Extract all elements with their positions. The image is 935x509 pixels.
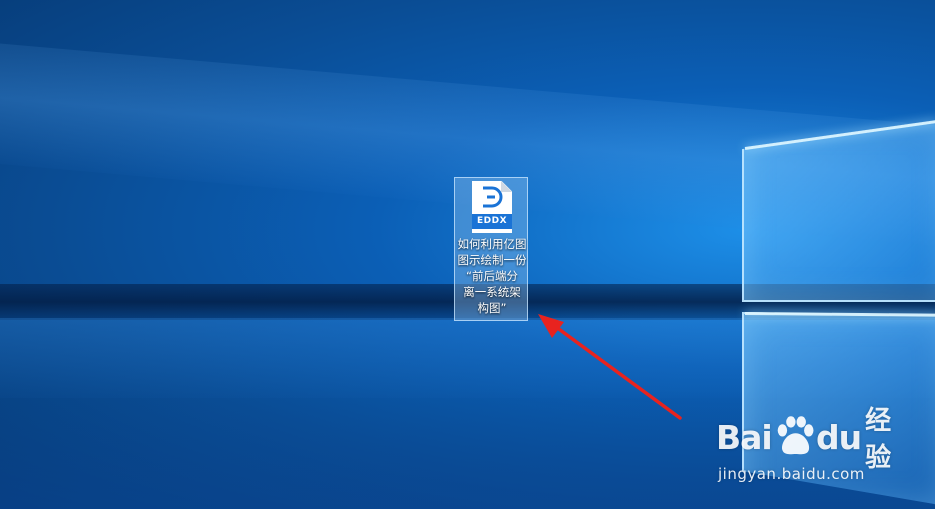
file-type-badge: EDDX [472,214,512,229]
file-name-line: 图示绘制一份 [457,253,527,267]
file-name-line: 离一系统架 [463,285,521,299]
red-arrow-annotation [538,314,682,420]
brand-text-du: du [816,417,862,457]
file-name-line: “前后端分 [466,269,518,283]
edraw-logo-icon [483,186,503,208]
desktop-background[interactable]: EDDX 如何利用亿图 图示绘制一份 “前后端分 离一系统架 构图” Bai d… [0,0,935,509]
brand-text-jingyan: 经验 [865,406,893,473]
file-name-line: 如何利用亿图 [457,237,527,251]
eddx-document-icon: EDDX [472,181,512,233]
desktop-file-icon[interactable]: EDDX 如何利用亿图 图示绘制一份 “前后端分 离一系统架 构图” [454,177,528,321]
baidu-brand-logo: Bai du 经验 [716,406,916,473]
brand-text-bai: Bai [716,417,773,457]
file-name-label: 如何利用亿图 图示绘制一份 “前后端分 离一系统架 构图” [455,236,529,316]
baidu-jingyan-watermark: Bai du 经验 jingyan.baidu.com [716,405,916,495]
windows-logo-upper-pane [742,120,935,302]
baidu-paw-logo [777,416,814,455]
watermark-url: jingyan.baidu.com [718,465,865,483]
file-name-line: 构图” [477,301,507,315]
